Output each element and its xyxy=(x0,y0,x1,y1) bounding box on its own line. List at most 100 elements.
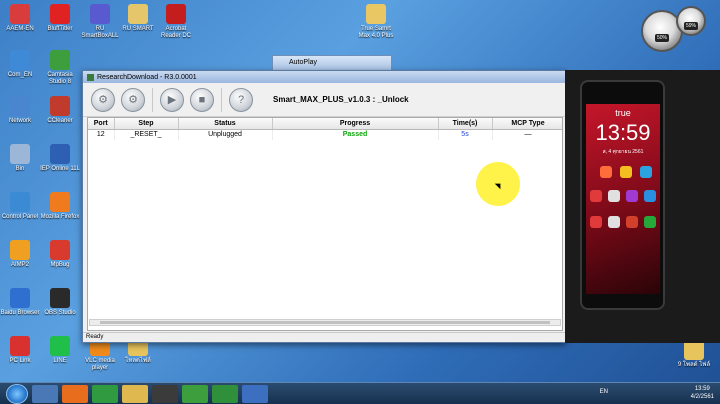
desktop-icon[interactable]: Mozilla Firefox xyxy=(40,192,80,221)
cell-status: Unplugged xyxy=(178,129,273,140)
phone-app-icon xyxy=(626,216,638,228)
desktop-app-icon xyxy=(50,288,70,308)
play-icon: ▶ xyxy=(167,94,177,106)
horizontal-scrollbar[interactable] xyxy=(89,319,561,326)
desktop-icon[interactable]: OBS Studio xyxy=(40,288,80,317)
desktop-app-icon xyxy=(50,4,70,24)
phone-app-icon xyxy=(600,166,612,178)
start-download-button[interactable]: ▶ xyxy=(160,87,184,112)
desktop-icon[interactable]: Acrobat Reader DC xyxy=(156,4,196,40)
desktop-icon-label: RU SmartBoxALL xyxy=(81,26,119,39)
desktop-icon[interactable]: AAEM-EN xyxy=(0,4,40,33)
taskbar: EN 13:59 4/2/2561 xyxy=(0,382,720,404)
taskbar-chrome-icon[interactable] xyxy=(92,384,118,403)
desktop-icon-label: Camtasia Studio 8 xyxy=(47,72,73,85)
phone-screen: true 13:59 ส, 4 ศุกยายน 2561 xyxy=(586,104,660,294)
gears-icon: ⚙ xyxy=(128,94,138,106)
desktop-icon-label: Network xyxy=(8,118,31,124)
desktop-icon[interactable]: Camtasia Studio 8 xyxy=(40,50,80,86)
desktop-icon-label: 9 โพลด์ ไฟล์ xyxy=(677,362,711,368)
desktop-icon[interactable]: RU SMART xyxy=(118,4,158,33)
desktop-icon[interactable]: RU SmartBoxALL xyxy=(80,4,120,40)
load-packet-button[interactable]: ⚙ xyxy=(121,87,145,112)
phone-app-icon xyxy=(620,166,632,178)
taskbar-researchdownload-icon[interactable] xyxy=(212,384,238,403)
column-header-progress[interactable]: Progress xyxy=(272,118,439,130)
settings-gear-button[interactable]: ⚙ xyxy=(91,87,115,112)
desktop-app-icon xyxy=(10,192,30,212)
desktop-icon[interactable]: True Samrt Max 4.0 Plus xyxy=(356,4,396,40)
desktop-icon[interactable]: AIMP2 xyxy=(0,240,40,269)
taskbar-explorer-icon[interactable] xyxy=(32,384,58,403)
desktop-icon[interactable]: 9 โพลด์ ไฟล์ xyxy=(674,340,714,369)
desktop-icon[interactable]: MpBug xyxy=(40,240,80,269)
window-titlebar[interactable]: ResearchDownload - R3.0.0001 xyxy=(83,71,565,83)
taskbar-firefox-icon[interactable] xyxy=(62,384,88,403)
desktop-icon[interactable]: Com_EN xyxy=(0,50,40,79)
desktop-icon-label: RU SMART xyxy=(122,26,154,32)
toolbar-separator xyxy=(221,87,222,112)
ram-gauge-gadget: 59% xyxy=(676,6,706,36)
taskbar-app-icon[interactable] xyxy=(242,384,268,403)
cell-port: 12 xyxy=(88,129,115,140)
desktop-app-icon xyxy=(684,340,704,360)
cell-time: 5s xyxy=(438,129,493,140)
desktop-icon[interactable]: Control Panel xyxy=(0,192,40,221)
desktop-icon[interactable]: CCleaner xyxy=(40,96,80,125)
desktop-icon-label: Bin xyxy=(15,166,25,172)
start-button[interactable] xyxy=(6,383,28,404)
phone-app-icon xyxy=(640,166,652,178)
desktop-icon[interactable]: Network xyxy=(0,96,40,125)
desktop-app-icon xyxy=(50,192,70,212)
column-header-step[interactable]: Step xyxy=(114,118,179,130)
desktop-icon-label: AAEM-EN xyxy=(6,26,34,32)
desktop-icon-label: Com_EN xyxy=(7,72,33,78)
desktop-icon-label: BluffTitler xyxy=(47,26,73,32)
desktop-app-icon xyxy=(50,240,70,260)
tray-clock[interactable]: 13:59 4/2/2561 xyxy=(691,385,714,401)
firmware-label: Smart_MAX_PLUS_v1.0.3 : _Unlock xyxy=(273,95,409,104)
taskbar-camtasia-icon[interactable] xyxy=(182,384,208,403)
desktop-icon-label: Mozilla Firefox xyxy=(40,214,80,220)
desktop-icon-label: PC Link xyxy=(9,358,31,364)
ram-gauge-value: 59% xyxy=(683,22,699,30)
desktop-app-icon xyxy=(10,4,30,24)
toolbar-separator xyxy=(152,87,153,112)
desktop-app-icon xyxy=(366,4,386,24)
scrollbar-thumb[interactable] xyxy=(100,321,550,324)
autoplay-window-title[interactable]: AutoPlay xyxy=(272,55,392,70)
taskbar-folder-icon[interactable] xyxy=(122,384,148,403)
phone-app-icon xyxy=(608,216,620,228)
desktop-icon[interactable]: LINE xyxy=(40,336,80,365)
desktop-icon[interactable]: Baidu Browser xyxy=(0,288,40,317)
help-icon: ? xyxy=(237,93,245,106)
desktop-icon[interactable]: Bin xyxy=(0,144,40,173)
desktop-icon-label: Control Panel xyxy=(1,214,39,220)
desktop-app-icon xyxy=(50,336,70,356)
taskbar-media-icon[interactable] xyxy=(152,384,178,403)
stop-download-button[interactable]: ■ xyxy=(190,87,214,112)
desktop-icon[interactable]: BluffTitler xyxy=(40,4,80,33)
app-icon xyxy=(87,73,94,81)
desktop-app-icon xyxy=(10,96,30,116)
phone-date: ส, 4 ศุกยายน 2561 xyxy=(602,149,644,155)
column-header-status[interactable]: Status xyxy=(178,118,273,130)
desktop-app-icon xyxy=(10,336,30,356)
column-header-port[interactable]: Port xyxy=(88,118,115,130)
desktop-icon[interactable]: PC Link xyxy=(0,336,40,365)
table-row[interactable]: 12 _RESET_ Unplugged Passed 5s — xyxy=(88,129,562,140)
desktop-icon[interactable]: IEP Online 11L xyxy=(40,144,80,173)
tray-time: 13:59 xyxy=(694,386,710,392)
language-indicator[interactable]: EN xyxy=(600,389,608,395)
phone-video-overlay: true 13:59 ส, 4 ศุกยายน 2561 xyxy=(565,70,720,343)
column-header-mcp-type[interactable]: MCP Type xyxy=(492,118,562,130)
desktop-app-icon xyxy=(166,4,186,24)
desktop-app-icon xyxy=(10,144,30,164)
phone-clock: 13:59 xyxy=(595,120,651,145)
desktop-icon-label: VLC media player xyxy=(85,358,115,371)
help-button[interactable]: ? xyxy=(229,87,253,112)
watermark-text: 研发下载 xyxy=(452,290,532,310)
column-header-time[interactable]: Time(s) xyxy=(438,118,493,130)
desktop-app-icon xyxy=(10,240,30,260)
phone-app-icon xyxy=(590,190,602,202)
